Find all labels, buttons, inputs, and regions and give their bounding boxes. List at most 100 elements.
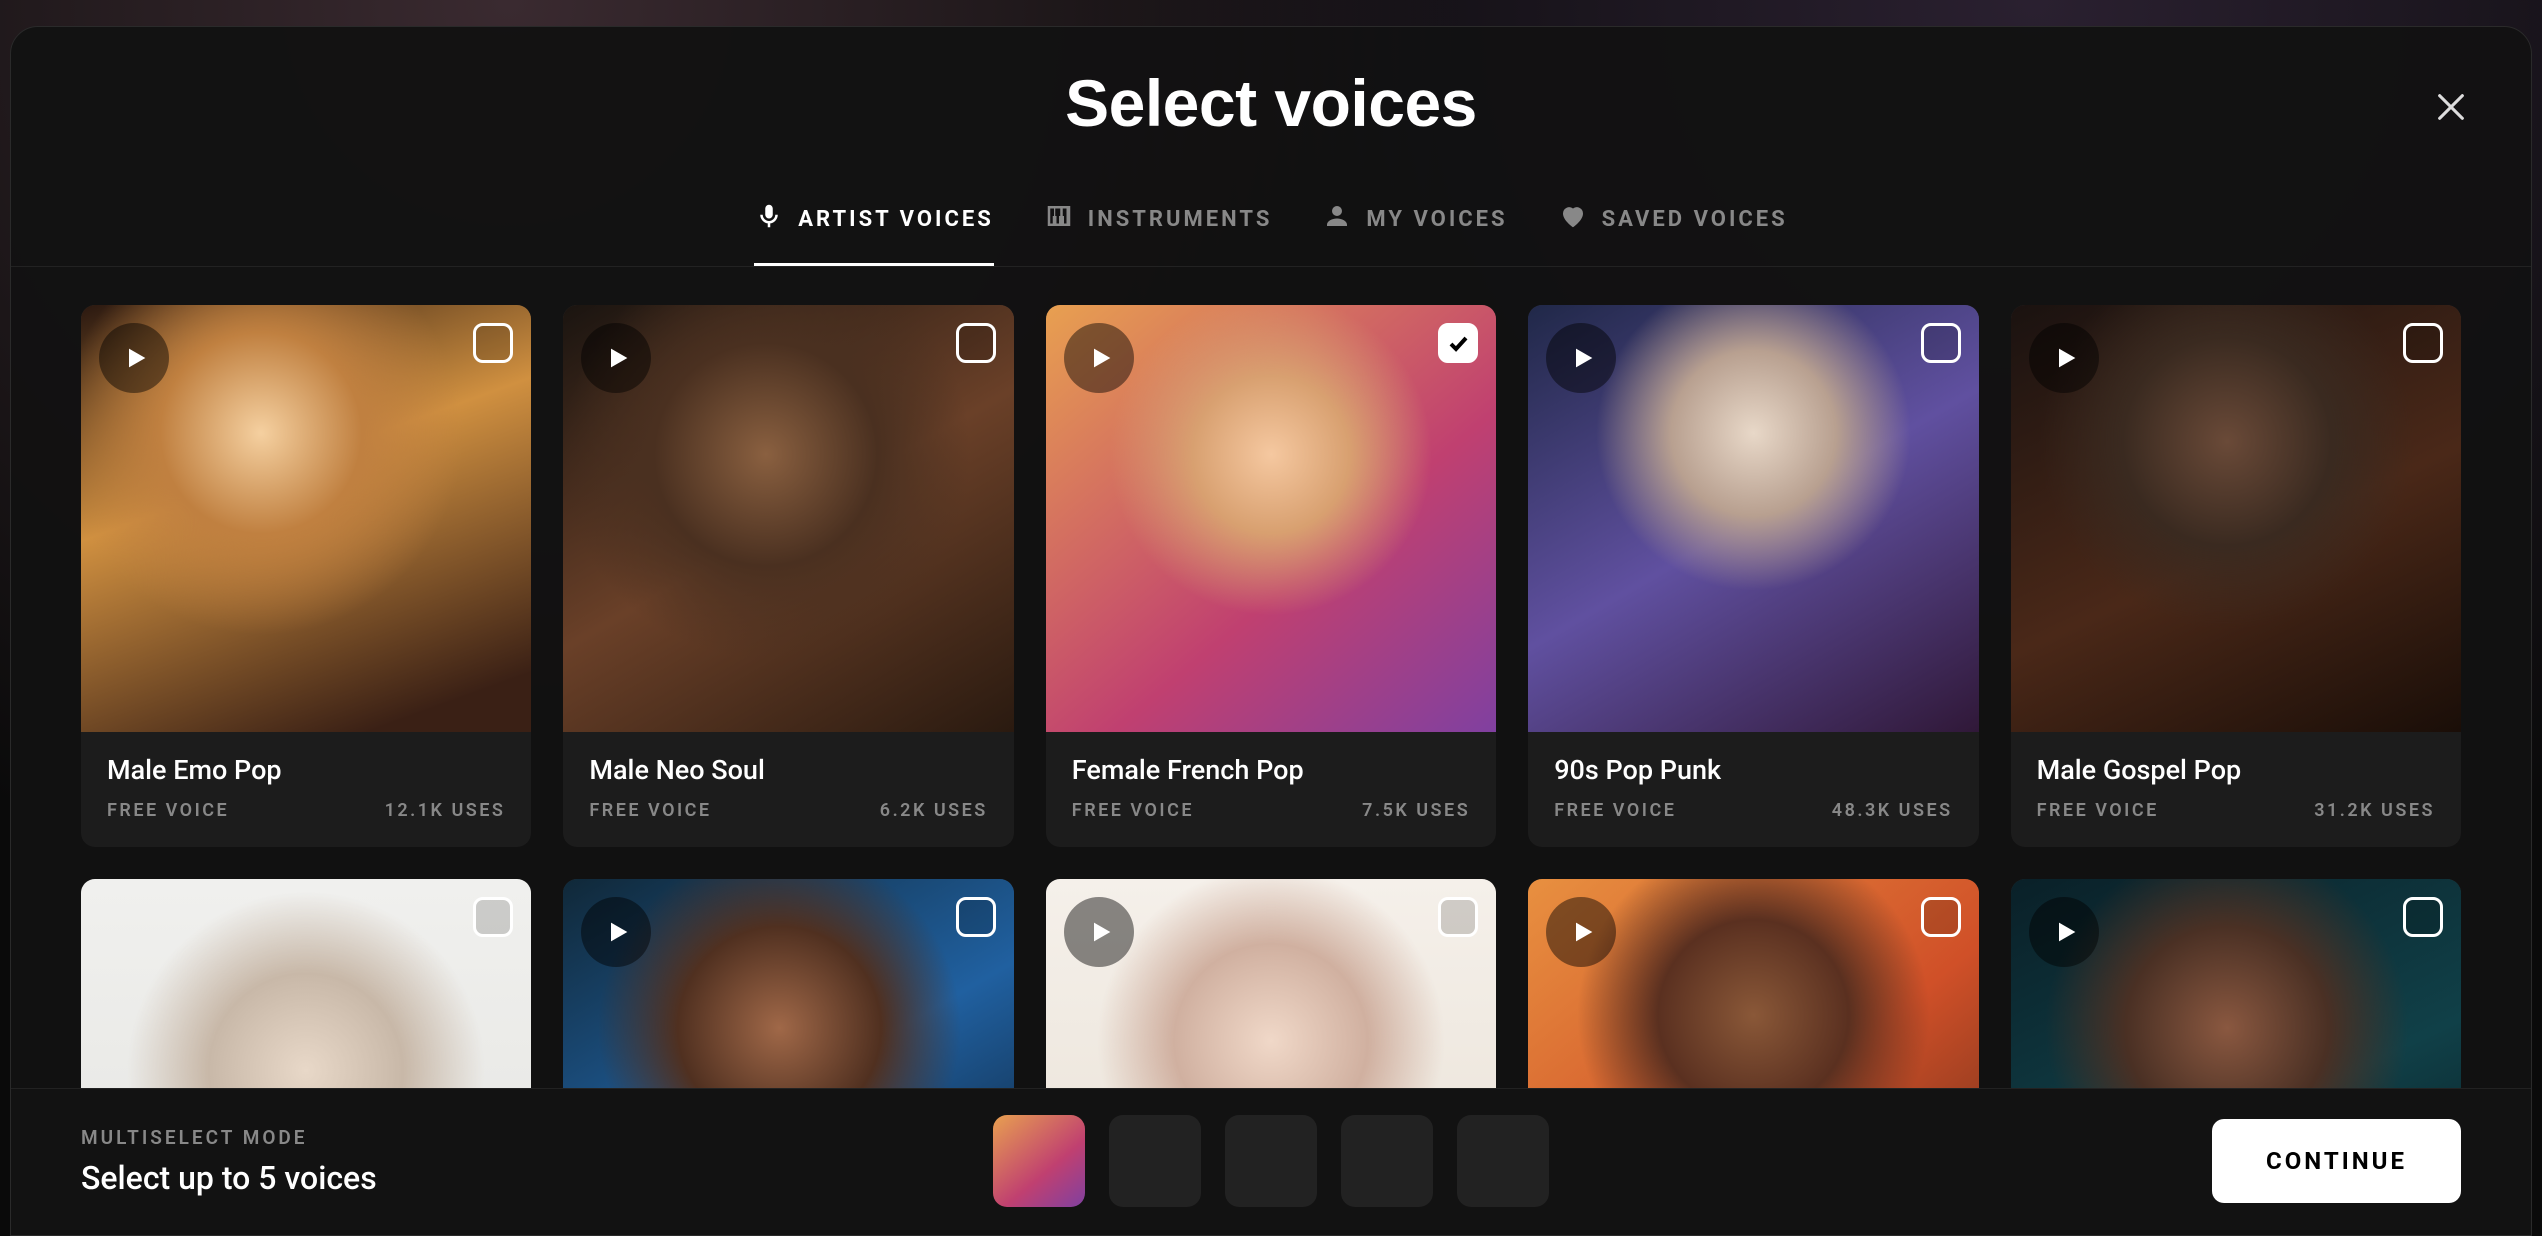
- voice-image: [563, 305, 1013, 732]
- voice-uses: 7.5K USES: [1362, 800, 1470, 821]
- play-button[interactable]: [2029, 897, 2099, 967]
- select-checkbox[interactable]: [956, 323, 996, 363]
- voice-tier: FREE VOICE: [1072, 800, 1194, 821]
- voice-subline: FREE VOICE 31.2K USES: [2037, 800, 2435, 821]
- check-icon: [1446, 331, 1470, 355]
- play-button[interactable]: [2029, 323, 2099, 393]
- voice-image: [2011, 879, 2461, 1088]
- tab-bar: ARTIST VOICES INSTRUMENTS MY VOICES SAVED V…: [11, 183, 2531, 266]
- voice-name: 90s Pop Punk: [1554, 754, 1952, 786]
- play-button[interactable]: [1546, 323, 1616, 393]
- tab-label: SAVED VOICES: [1602, 207, 1788, 232]
- voice-meta: Male Neo Soul FREE VOICE 6.2K USES: [563, 732, 1013, 847]
- voice-subline: FREE VOICE 6.2K USES: [589, 800, 987, 821]
- voice-card[interactable]: 90s Pop Punk FREE VOICE 48.3K USES: [1528, 305, 1978, 847]
- voice-meta: 90s Pop Punk FREE VOICE 48.3K USES: [1528, 732, 1978, 847]
- voice-name: Male Neo Soul: [589, 754, 987, 786]
- play-button[interactable]: [581, 323, 651, 393]
- select-checkbox[interactable]: [956, 897, 996, 937]
- play-button[interactable]: [1064, 897, 1134, 967]
- voice-image: [2011, 305, 2461, 732]
- play-icon: [604, 344, 632, 372]
- play-icon: [1087, 344, 1115, 372]
- voice-card[interactable]: [81, 879, 531, 1088]
- voice-meta: Female French Pop FREE VOICE 7.5K USES: [1046, 732, 1496, 847]
- select-voices-modal: Select voices ARTIST VOICES INSTRUMENTS MY…: [10, 26, 2532, 1236]
- voice-subline: FREE VOICE 7.5K USES: [1072, 800, 1470, 821]
- footer-left: MULTISELECT MODE Select up to 5 voices: [81, 1126, 377, 1197]
- play-icon: [604, 918, 632, 946]
- voice-uses: 6.2K USES: [880, 800, 988, 821]
- voice-uses: 48.3K USES: [1832, 800, 1953, 821]
- play-button[interactable]: [1064, 323, 1134, 393]
- tab-artist-voices[interactable]: ARTIST VOICES: [754, 183, 994, 266]
- play-icon: [2052, 918, 2080, 946]
- voice-image: [1046, 305, 1496, 732]
- mic-icon: [754, 201, 784, 237]
- heart-icon: [1558, 201, 1588, 237]
- voice-name: Male Emo Pop: [107, 754, 505, 786]
- continue-button[interactable]: CONTINUE: [2212, 1119, 2461, 1203]
- tab-my-voices[interactable]: MY VOICES: [1322, 183, 1507, 266]
- multiselect-mode-label: MULTISELECT MODE: [81, 1126, 377, 1149]
- piano-icon: [1044, 201, 1074, 237]
- play-button[interactable]: [1546, 897, 1616, 967]
- voice-card[interactable]: [2011, 879, 2461, 1088]
- close-button[interactable]: [2429, 85, 2473, 129]
- voice-image: [563, 879, 1013, 1088]
- voice-tier: FREE VOICE: [107, 800, 229, 821]
- voice-artwork: [81, 879, 531, 1088]
- select-checkbox[interactable]: [2403, 897, 2443, 937]
- voice-subline: FREE VOICE 12.1K USES: [107, 800, 505, 821]
- select-checkbox[interactable]: [2403, 323, 2443, 363]
- voice-card[interactable]: Female French Pop FREE VOICE 7.5K USES: [1046, 305, 1496, 847]
- selection-slot-empty: [1341, 1115, 1433, 1207]
- select-checkbox[interactable]: [1921, 897, 1961, 937]
- voice-card[interactable]: Male Neo Soul FREE VOICE 6.2K USES: [563, 305, 1013, 847]
- voice-card[interactable]: Male Gospel Pop FREE VOICE 31.2K USES: [2011, 305, 2461, 847]
- person-icon: [1322, 201, 1352, 237]
- play-icon: [2052, 344, 2080, 372]
- voice-tier: FREE VOICE: [1554, 800, 1676, 821]
- play-icon: [122, 344, 150, 372]
- voice-card[interactable]: [563, 879, 1013, 1088]
- tab-instruments[interactable]: INSTRUMENTS: [1044, 183, 1273, 266]
- voice-meta: Male Gospel Pop FREE VOICE 31.2K USES: [2011, 732, 2461, 847]
- select-checkbox[interactable]: [1438, 897, 1478, 937]
- voice-image: [81, 305, 531, 732]
- voice-subline: FREE VOICE 48.3K USES: [1554, 800, 1952, 821]
- tab-saved-voices[interactable]: SAVED VOICES: [1558, 183, 1788, 266]
- play-button[interactable]: [581, 897, 651, 967]
- voice-grid: Male Emo Pop FREE VOICE 12.1K USES Male …: [81, 305, 2461, 1088]
- voice-card[interactable]: [1528, 879, 1978, 1088]
- select-checkbox[interactable]: [473, 897, 513, 937]
- voice-tier: FREE VOICE: [2037, 800, 2159, 821]
- close-icon: [2434, 90, 2468, 124]
- tab-label: ARTIST VOICES: [798, 207, 994, 232]
- play-icon: [1087, 918, 1115, 946]
- play-button[interactable]: [99, 323, 169, 393]
- selection-slot-empty: [1109, 1115, 1201, 1207]
- modal-header: Select voices ARTIST VOICES INSTRUMENTS MY…: [11, 27, 2531, 267]
- voice-card[interactable]: Male Emo Pop FREE VOICE 12.1K USES: [81, 305, 531, 847]
- tab-label: INSTRUMENTS: [1088, 207, 1273, 232]
- tab-label: MY VOICES: [1366, 207, 1507, 232]
- modal-title: Select voices: [11, 65, 2531, 141]
- voice-card[interactable]: [1046, 879, 1496, 1088]
- voice-name: Male Gospel Pop: [2037, 754, 2435, 786]
- voice-image: [1528, 879, 1978, 1088]
- select-checkbox[interactable]: [473, 323, 513, 363]
- voice-image: [1046, 879, 1496, 1088]
- play-icon: [1569, 918, 1597, 946]
- footer-message: Select up to 5 voices: [81, 1159, 377, 1197]
- voice-image: [1528, 305, 1978, 732]
- selection-slot-filled[interactable]: [993, 1115, 1085, 1207]
- footer-bar: MULTISELECT MODE Select up to 5 voices C…: [11, 1088, 2531, 1235]
- play-icon: [1569, 344, 1597, 372]
- voice-tier: FREE VOICE: [589, 800, 711, 821]
- select-checkbox[interactable]: [1921, 323, 1961, 363]
- select-checkbox[interactable]: [1438, 323, 1478, 363]
- voice-uses: 31.2K USES: [2314, 800, 2435, 821]
- selection-slots: [993, 1115, 1549, 1207]
- voice-name: Female French Pop: [1072, 754, 1470, 786]
